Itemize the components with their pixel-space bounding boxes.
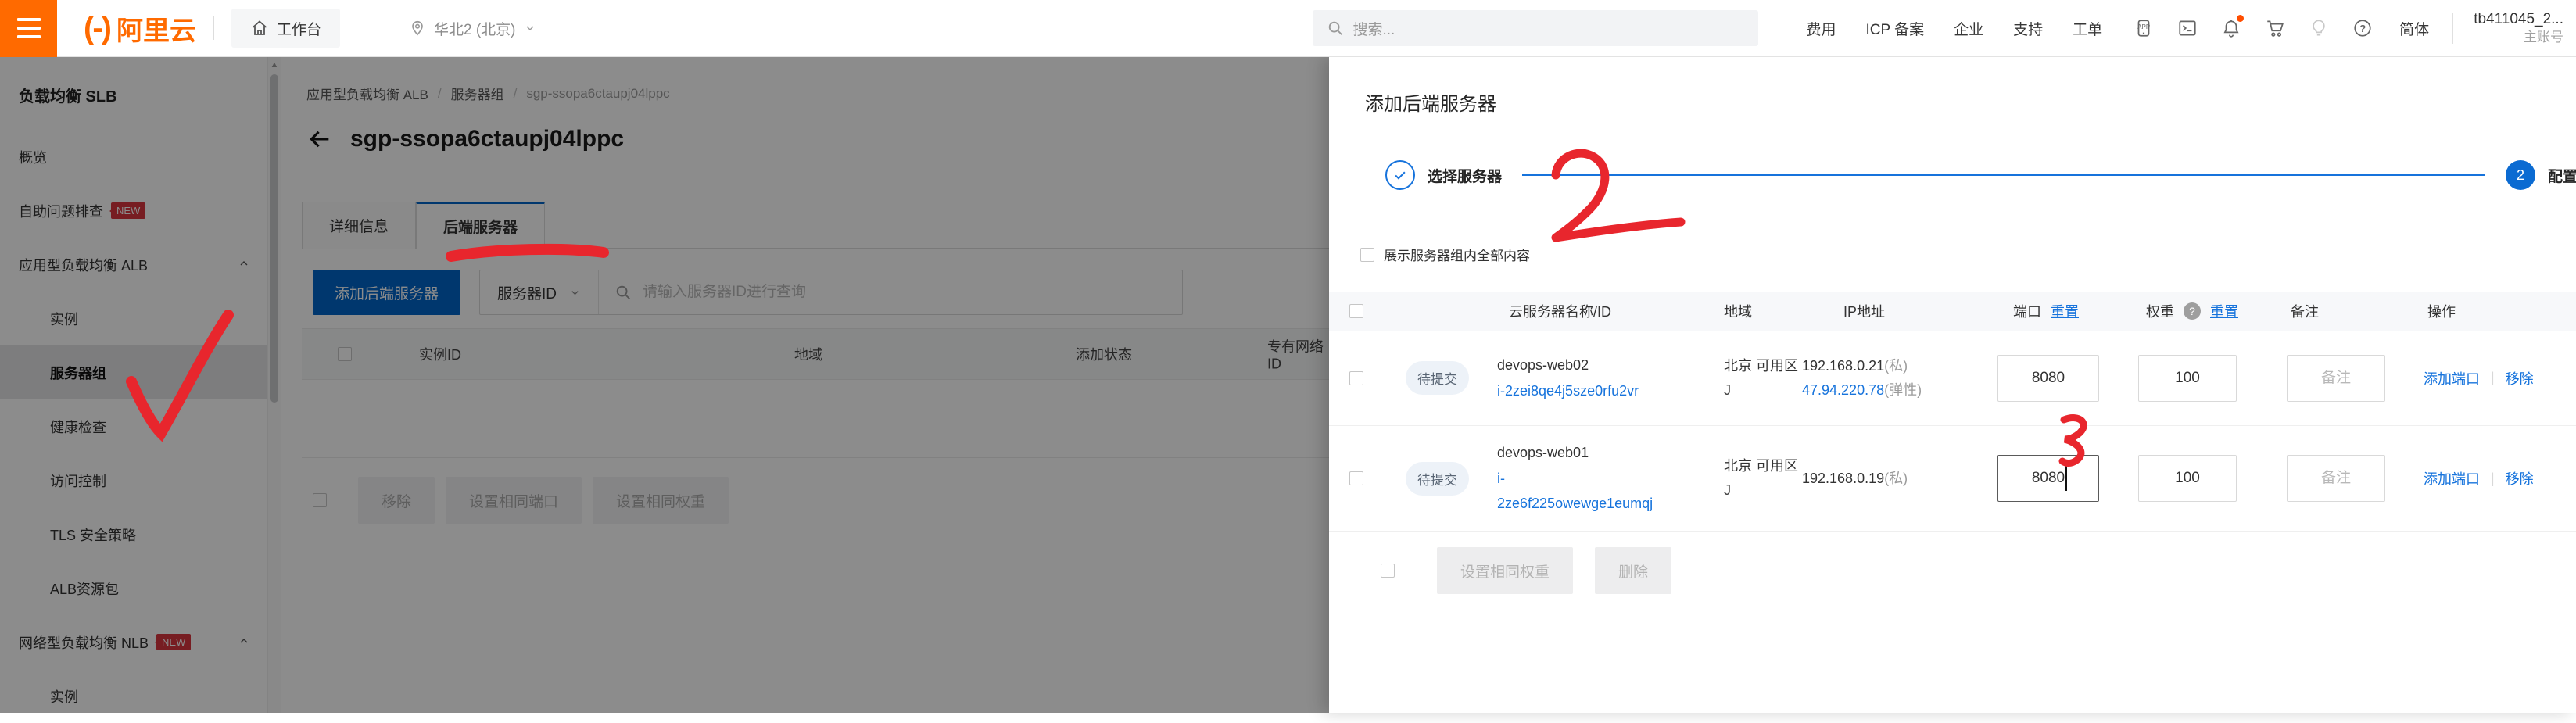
global-search-input[interactable]: 搜索... [1313, 10, 1758, 46]
aliyun-logo-mark: (-) [84, 11, 110, 46]
col-region: 地域 [1724, 301, 1782, 321]
server-region: 北京 可用区J [1724, 354, 1802, 402]
weight-input[interactable] [2138, 355, 2237, 402]
account-menu[interactable]: tb411045_2... 主账号 [2474, 9, 2563, 48]
workbench-button[interactable]: 工作台 [231, 9, 340, 48]
help-icon[interactable]: ? [2352, 18, 2373, 38]
show-all-row: 展示服务器组内全部内容 [1360, 245, 1530, 264]
account-name: tb411045_2... [2474, 9, 2563, 30]
remove-link[interactable]: 移除 [2506, 468, 2534, 489]
server-id-link[interactable]: i-2ze6f225owewge1eumqj [1497, 471, 1653, 511]
eip-link[interactable]: 47.94.220.78 [1802, 382, 1884, 398]
server-id-link[interactable]: i-2zei8qe4j5sze0rfu2vr [1497, 383, 1639, 399]
cart-icon[interactable] [2265, 18, 2285, 38]
weight-input[interactable] [2138, 455, 2237, 502]
row-checkbox[interactable] [1349, 471, 1363, 485]
help-icon-glyph: ? [2359, 23, 2366, 34]
server-name: devops-web02 [1497, 357, 1589, 373]
col-weight: 权重 [2146, 301, 2174, 321]
show-all-checkbox[interactable] [1360, 248, 1374, 262]
status-badge: 待提交 [1406, 462, 1469, 496]
top-icons: APP ? [2134, 18, 2373, 38]
port-input-focused[interactable] [1997, 455, 2099, 502]
port-reset-link[interactable]: 重置 [2051, 301, 2079, 321]
status-badge: 待提交 [1406, 361, 1469, 395]
global-search-placeholder: 搜索... [1353, 18, 1395, 39]
port-input[interactable] [1997, 355, 2099, 402]
add-backend-server-drawer: 添加后端服务器 选择服务器 2 配置端口和权重 展示服务器组内全部内容 云服务器… [1329, 57, 2576, 713]
notification-dot [2237, 15, 2244, 22]
remark-input[interactable] [2287, 355, 2385, 402]
nav-billing[interactable]: 费用 [1807, 18, 1836, 39]
drawer-title: 添加后端服务器 [1365, 88, 1496, 116]
step1-check-circle [1385, 160, 1415, 190]
app-icon[interactable]: APP [2134, 18, 2154, 38]
drawer-footer-checkbox[interactable] [1381, 564, 1395, 578]
region-label: 华北2 (北京) [434, 18, 516, 39]
modal-dim-overlay[interactable] [0, 57, 1329, 713]
row-checkbox[interactable] [1349, 371, 1363, 385]
checkmark-icon [1392, 167, 1408, 183]
terminal-icon[interactable] [2177, 18, 2198, 38]
col-server-name: 云服务器名称/ID [1509, 301, 1700, 321]
nav-icp[interactable]: ICP 备案 [1866, 18, 1925, 39]
bulb-icon[interactable] [2309, 18, 2329, 38]
hamburger-menu-icon[interactable] [0, 0, 57, 57]
locale-switch[interactable]: 简体 [2399, 18, 2429, 39]
delete-button[interactable]: 删除 [1595, 547, 1671, 594]
step1-label: 选择服务器 [1428, 165, 1502, 186]
drawer-table-header: 云服务器名称/ID 地域 IP地址 端口 重置 权重 ? 重置 备注 操作 [1329, 292, 2576, 331]
step-indicator: 选择服务器 2 配置端口和权重 [1385, 152, 2576, 199]
top-bar: (-) 阿里云 工作台 华北2 (北京) 搜索... 费用 ICP 备案 企业 … [0, 0, 2576, 57]
private-ip: 192.168.0.21 [1802, 358, 1884, 374]
private-ip: 192.168.0.19 [1802, 471, 1884, 486]
account-type: 主账号 [2524, 29, 2563, 47]
server-region: 北京 可用区J [1724, 454, 1802, 502]
aliyun-logo-text: 阿里云 [116, 9, 196, 48]
nav-enterprise[interactable]: 企业 [1954, 18, 1983, 39]
remove-link[interactable]: 移除 [2506, 368, 2534, 388]
remark-input[interactable] [2287, 455, 2385, 502]
drawer-select-all-checkbox[interactable] [1349, 304, 1363, 318]
divider [213, 16, 214, 40]
chevron-down-icon [524, 22, 536, 34]
server-row: 待提交 devops-web01 i-2ze6f225owewge1eumqj … [1329, 426, 2576, 532]
col-port: 端口 [2013, 301, 2041, 321]
weight-help-icon[interactable]: ? [2184, 302, 2201, 320]
step2-label: 配置端口和权重 [2548, 165, 2576, 186]
divider [2452, 13, 2453, 44]
workbench-label: 工作台 [277, 18, 321, 39]
col-action: 操作 [2427, 301, 2576, 321]
col-ip: IP地址 [1843, 301, 1997, 321]
server-row: 待提交 devops-web02 i-2zei8qe4j5sze0rfu2vr … [1329, 331, 2576, 426]
add-port-link[interactable]: 添加端口 [2424, 368, 2480, 388]
aliyun-logo[interactable]: (-) 阿里云 [84, 9, 196, 48]
nav-tickets[interactable]: 工单 [2073, 18, 2102, 39]
home-icon [250, 19, 269, 38]
step-connector-line [1522, 174, 2485, 176]
app-icon-label: APP [2137, 23, 2150, 30]
step2-circle: 2 [2506, 160, 2535, 190]
server-name: devops-web01 [1497, 445, 1589, 460]
text-caret [2065, 466, 2067, 491]
weight-reset-link[interactable]: 重置 [2210, 301, 2238, 321]
search-icon [1327, 20, 1344, 37]
bell-icon[interactable] [2221, 18, 2241, 38]
show-all-label: 展示服务器组内全部内容 [1384, 245, 1530, 264]
nav-support[interactable]: 支持 [2013, 18, 2043, 39]
add-port-link[interactable]: 添加端口 [2424, 468, 2480, 489]
top-nav: 费用 ICP 备案 企业 支持 工单 [1807, 18, 2103, 39]
set-same-weight-button[interactable]: 设置相同权重 [1437, 547, 1573, 594]
location-pin-icon [409, 20, 426, 37]
col-remark: 备注 [2291, 301, 2424, 321]
region-selector[interactable]: 华北2 (北京) [409, 18, 536, 39]
